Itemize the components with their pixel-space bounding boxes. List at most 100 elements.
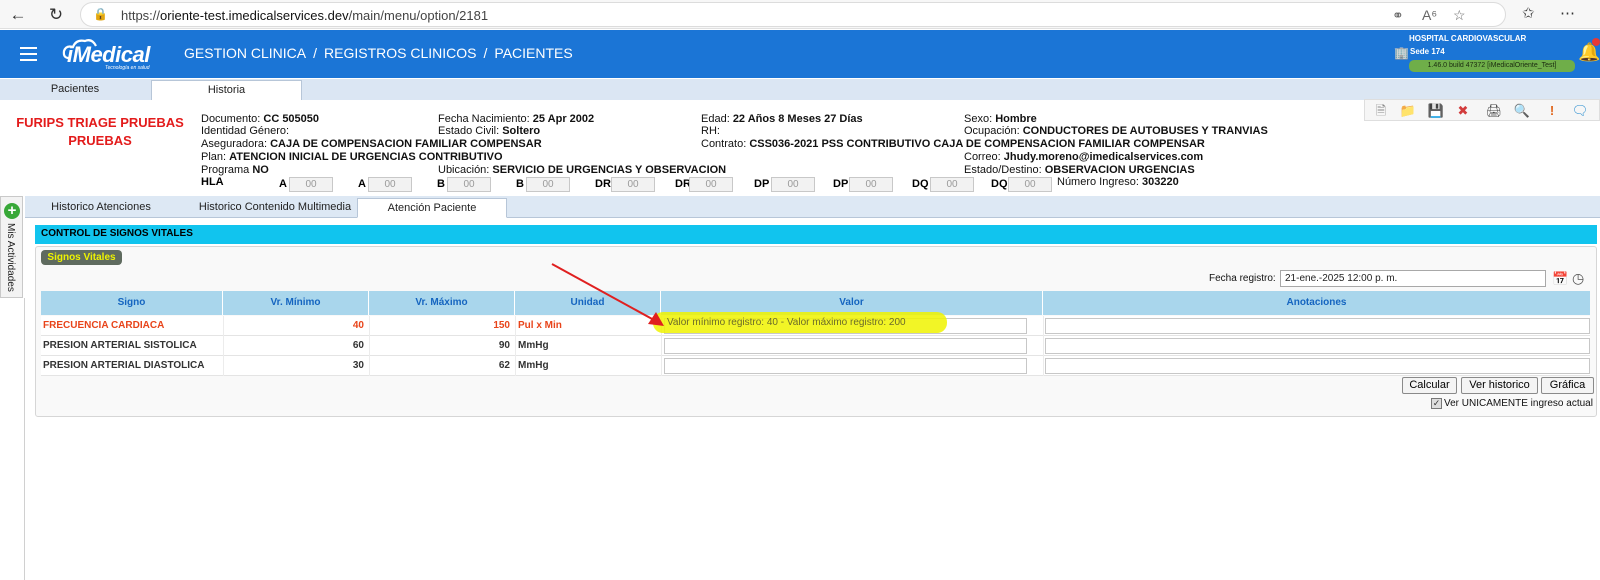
field-estado-civil: Estado Civil: Soltero — [438, 125, 541, 137]
column-separator — [661, 356, 662, 376]
favorites-icon[interactable]: ✩ — [1522, 4, 1535, 22]
lock-icon: 🔒 — [93, 7, 108, 21]
anotaciones-input[interactable] — [1045, 318, 1590, 334]
field-aseguradora: Aseguradora: CAJA DE COMPENSACION FAMILI… — [201, 138, 542, 150]
row-max: 150 — [493, 320, 510, 331]
field-plan: Plan: ATENCION INICIAL DE URGENCIAS CONT… — [201, 151, 503, 163]
folder-icon[interactable]: 📁 — [1399, 102, 1417, 119]
row-unidad: Pul x Min — [518, 320, 562, 331]
build-badge: 1.46.0 build 47372 [iMedicalOriente_Test… — [1409, 60, 1575, 72]
hla-dq2-label: DQ — [991, 178, 1008, 190]
row-signo: PRESION ARTERIAL DIASTOLICA — [43, 360, 205, 371]
field-contrato: Contrato: CSS036-2021 PSS CONTRIBUTIVO C… — [701, 138, 1205, 150]
read-aloud-icon[interactable]: A⁶ — [1422, 7, 1437, 23]
key-icon[interactable]: ⚭ — [1392, 7, 1404, 24]
calcular-button[interactable]: Calcular — [1402, 377, 1457, 394]
back-icon[interactable]: ← — [7, 4, 29, 26]
notification-dot — [1592, 38, 1600, 46]
valor-input[interactable] — [664, 338, 1027, 354]
preview-icon[interactable]: 🔍 — [1513, 102, 1531, 119]
anotaciones-input[interactable] — [1045, 358, 1590, 374]
hla-dr2-input[interactable]: 00 — [689, 177, 733, 192]
hla-a1-input[interactable]: 00 — [289, 177, 333, 192]
browser-toolbar: ← ↻ 🔒 https://oriente-test.imedicalservi… — [0, 0, 1600, 29]
address-bar[interactable]: 🔒 https://oriente-test.imedicalservices.… — [80, 2, 1506, 27]
column-separator — [1043, 356, 1044, 376]
field-numero-ingreso: Número Ingreso: 303220 — [1057, 176, 1179, 188]
hla-b1-input[interactable]: 00 — [447, 177, 491, 192]
column-separator — [1043, 316, 1044, 336]
side-activities-panel[interactable]: + Mis Actividades — [0, 196, 23, 298]
hospital-name: HOSPITAL CARDIOVASCULAR — [1409, 34, 1527, 43]
col-anotaciones: Anotaciones — [1286, 297, 1347, 308]
column-separator — [515, 336, 516, 356]
field-ocupacion: Ocupación: CONDUCTORES DE AUTOBUSES Y TR… — [964, 125, 1268, 137]
field-documento: Documento: CC 505050 — [201, 113, 320, 125]
star-icon[interactable]: ☆ — [1453, 7, 1466, 24]
row-signo: PRESION ARTERIAL SISTOLICA — [43, 340, 197, 351]
patient-name-line2: PRUEBAS — [68, 133, 132, 148]
ingreso-actual-checkbox[interactable]: ✓ — [1431, 398, 1442, 409]
tab-historico-atenciones[interactable]: Historico Atenciones — [27, 198, 175, 218]
field-fecha-nacimiento: Fecha Nacimiento: 25 Apr 2002 — [438, 113, 595, 125]
grafica-button[interactable]: Gráfica — [1541, 377, 1594, 394]
breadcrumb-pacientes[interactable]: PACIENTES — [494, 45, 572, 61]
row-signo: FRECUENCIA CARDIACA — [43, 320, 165, 331]
refresh-icon[interactable]: ↻ — [45, 4, 67, 26]
table-row: PRESION ARTERIAL SISTOLICA 60 90 MmHg — [41, 336, 1590, 356]
top-tabs: Pacientes Historia — [0, 79, 1600, 100]
delete-icon[interactable]: ✖ — [1454, 102, 1472, 119]
print-icon[interactable]: 🖨 — [1485, 102, 1503, 119]
ver-historico-button[interactable]: Ver historico — [1461, 377, 1538, 394]
row-min: 60 — [352, 340, 364, 351]
breadcrumb-registros-clinicos[interactable]: REGISTROS CLINICOS — [324, 45, 476, 61]
tab-historia[interactable]: Historia — [151, 80, 302, 100]
hla-dp1-input[interactable]: 00 — [771, 177, 815, 192]
hla-dq1-label: DQ — [912, 178, 929, 190]
column-separator — [1043, 336, 1044, 356]
calendar-icon[interactable]: 📅 — [1552, 271, 1568, 287]
hla-dr1-input[interactable]: 00 — [611, 177, 655, 192]
row-min: 40 — [352, 320, 364, 331]
hla-b2-label: B — [516, 178, 524, 190]
fecha-registro-input[interactable]: 21-ene.-2025 12:00 p. m. — [1280, 270, 1546, 287]
hla-dp1-label: DP — [754, 178, 770, 190]
hla-dq2-input[interactable]: 00 — [1008, 177, 1052, 192]
column-separator — [661, 336, 662, 356]
row-unidad: MmHg — [518, 360, 549, 371]
anotaciones-input[interactable] — [1045, 338, 1590, 354]
fecha-registro-label: Fecha registro: — [1209, 273, 1276, 284]
table-row: PRESION ARTERIAL DIASTOLICA 30 62 MmHg — [41, 356, 1590, 376]
hamburger-icon[interactable] — [20, 47, 37, 61]
col-vr-maximo: Vr. Máximo — [369, 291, 515, 315]
col-unidad: Unidad — [515, 291, 661, 315]
comment-icon[interactable]: 🗨 — [1571, 102, 1589, 119]
app-header: iMedical Tecnología en salud GESTION CLI… — [0, 30, 1600, 78]
tab-atencion-paciente[interactable]: Atención Paciente — [357, 198, 507, 218]
tab-historico-multimedia[interactable]: Historico Contenido Multimedia — [185, 198, 365, 218]
clock-icon[interactable]: ◷ — [1572, 270, 1584, 287]
field-estado-destino: Estado/Destino: OBSERVACION URGENCIAS — [964, 164, 1195, 176]
hla-b2-input[interactable]: 00 — [526, 177, 570, 192]
field-identidad-genero: Identidad Género: — [201, 125, 290, 137]
hla-b1-label: B — [437, 178, 445, 190]
hla-dr1-label: DR — [595, 178, 611, 190]
sede-label[interactable]: Sede 174 — [1410, 47, 1445, 56]
valor-input[interactable] — [664, 358, 1027, 374]
hla-dp2-input[interactable]: 00 — [849, 177, 893, 192]
row-max: 62 — [498, 360, 510, 371]
record-toolbar: 🗎 📁 💾 ✖ 🖨 🔍 ! 🗨 — [1364, 99, 1600, 121]
tab-pacientes[interactable]: Pacientes — [0, 80, 150, 100]
alert-icon[interactable]: ! — [1543, 102, 1561, 119]
col-vr-minimo: Vr. Mínimo — [223, 291, 369, 315]
save-icon[interactable]: 💾 — [1427, 102, 1445, 119]
more-icon[interactable]: ⋯ — [1560, 4, 1575, 22]
hla-a2-input[interactable]: 00 — [368, 177, 412, 192]
add-activity-icon[interactable]: + — [4, 203, 20, 219]
new-doc-icon[interactable]: 🗎 — [1372, 102, 1390, 119]
side-activities-label[interactable]: Mis Actividades — [5, 223, 16, 292]
breadcrumb-gestion-clinica[interactable]: GESTION CLINICA — [184, 45, 306, 61]
ingreso-actual-label[interactable]: Ver UNICAMENTE ingreso actual — [1444, 398, 1593, 409]
hla-dq1-input[interactable]: 00 — [930, 177, 974, 192]
imedical-logo[interactable]: iMedical Tecnología en salud — [61, 36, 165, 74]
